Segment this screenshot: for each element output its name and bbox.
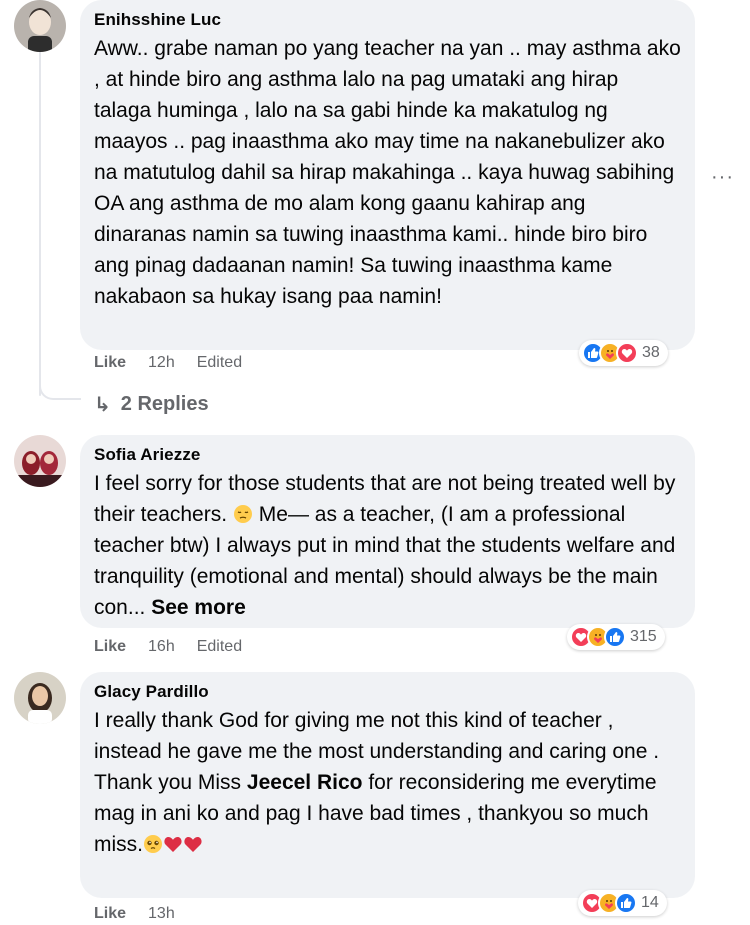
comment-author[interactable]: Sofia Ariezze [94,444,681,466]
comment-bubble: Sofia Ariezze I feel sorry for those stu… [80,435,695,628]
like-button[interactable]: Like [94,905,126,923]
comment-meta: Like 13h [94,905,175,923]
user-mention[interactable]: Jeecel Rico [247,771,363,794]
avatar[interactable] [14,0,66,52]
avatar[interactable] [14,435,66,487]
comment-author[interactable]: Glacy Pardillo [94,681,681,703]
comment-time[interactable]: 12h [148,354,175,372]
comment-bubble: Glacy Pardillo I really thank God for gi… [80,672,695,898]
comment-time[interactable]: 13h [148,905,175,923]
see-more-link[interactable]: See more [151,596,246,619]
comment-meta: Like 12h Edited [94,354,242,372]
comment-meta: Like 16h Edited [94,638,242,656]
reaction-summary[interactable]: 315 [567,624,665,650]
red-heart-icon [163,832,183,852]
like-reaction-icon [615,892,637,914]
reaction-count: 14 [641,894,659,911]
reaction-summary[interactable]: 14 [578,890,667,916]
comment-text: I feel sorry for those students that are… [94,468,681,623]
reaction-count: 38 [642,344,660,361]
pensive-face-icon [233,502,253,523]
red-heart-icon [183,832,203,852]
more-options-icon[interactable]: ··· [711,166,734,189]
like-reaction-icon [604,626,626,648]
comment-author[interactable]: Enihsshine Luc [94,9,681,31]
pleading-face-icon [143,832,163,853]
comment-text: I really thank God for giving me not thi… [94,705,681,860]
comment-time[interactable]: 16h [148,638,175,656]
avatar[interactable] [14,672,66,724]
thread-line [39,48,41,396]
reply-arrow-icon: ↳ [94,394,111,416]
comment-text: Aww.. grabe naman po yang teacher na yan… [94,37,681,308]
like-button[interactable]: Like [94,638,126,656]
like-button[interactable]: Like [94,354,126,372]
reaction-count: 315 [630,628,657,645]
view-replies-link[interactable]: ↳ 2 Replies [94,392,209,417]
comment-text-part: Thank you Miss [94,771,242,794]
thread-curve [39,370,81,400]
edited-label: Edited [196,638,243,655]
replies-label: 2 Replies [120,393,209,415]
comment-text-part: I really thank God for giving me not thi… [94,709,660,763]
edited-label: Edited [196,354,243,371]
comment-bubble: Enihsshine Luc Aww.. grabe naman po yang… [80,0,695,350]
love-reaction-icon [616,342,638,364]
reaction-summary[interactable]: 38 [579,340,668,366]
